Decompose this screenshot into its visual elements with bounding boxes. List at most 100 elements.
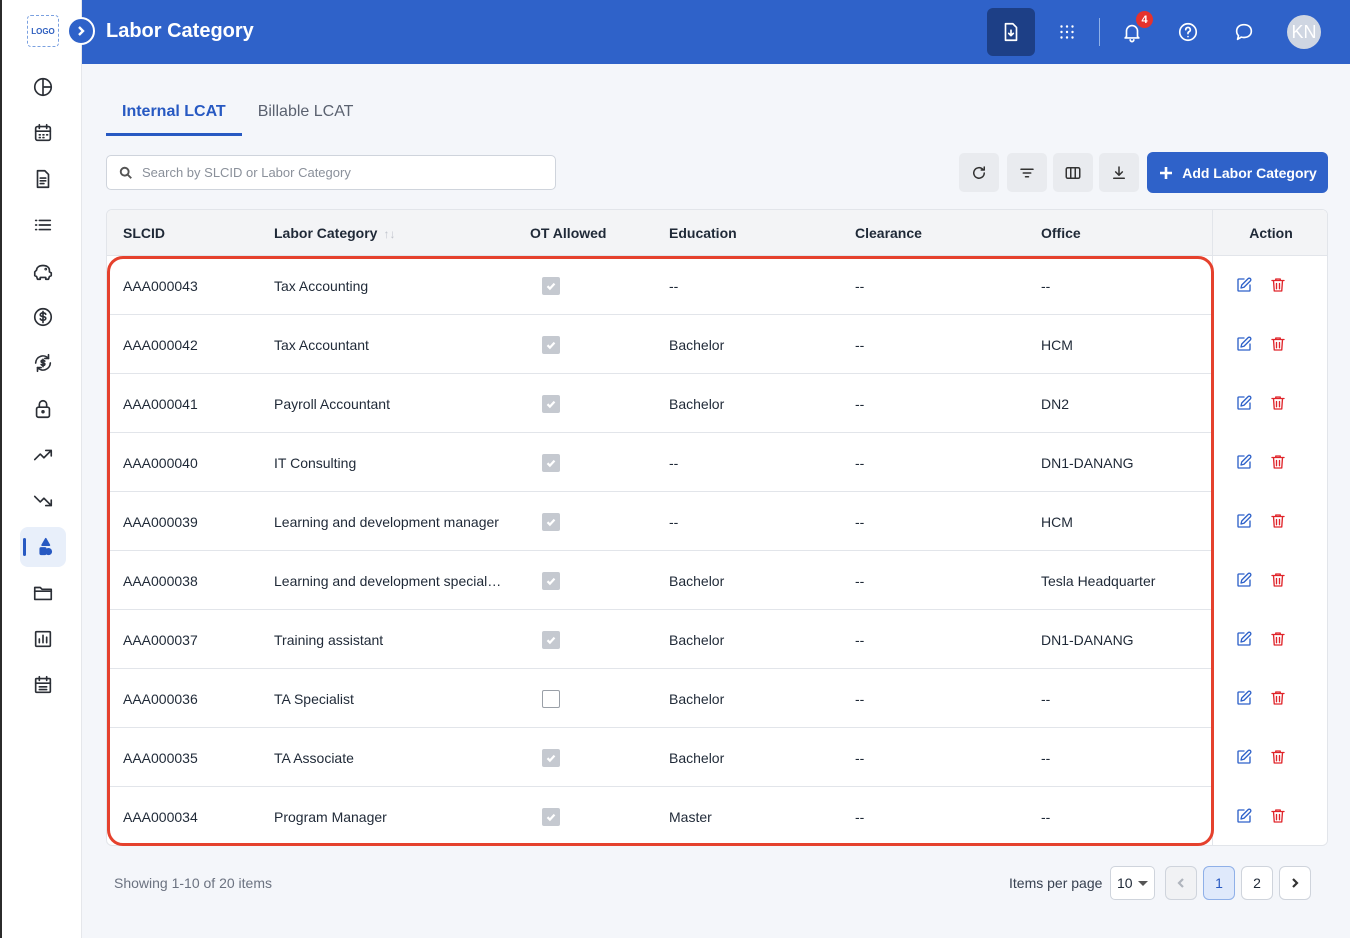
- column-header-office[interactable]: Office: [1041, 225, 1081, 241]
- sidebar: LOGO: [0, 0, 82, 938]
- cell-clearance: --: [855, 455, 865, 471]
- edit-button[interactable]: [1235, 335, 1255, 355]
- table-row: AAA000038 Learning and development specia…: [107, 551, 1327, 610]
- trash-icon: [1269, 278, 1287, 298]
- cell-education: Bachelor: [669, 396, 725, 412]
- delete-button[interactable]: [1269, 571, 1289, 591]
- help-button[interactable]: [1164, 8, 1212, 56]
- next-page-button[interactable]: [1279, 866, 1311, 900]
- sidebar-item-growth[interactable]: [20, 435, 66, 475]
- delete-button[interactable]: [1269, 630, 1289, 650]
- sidebar-item-exchange[interactable]: [20, 343, 66, 383]
- prev-page-button[interactable]: [1165, 866, 1197, 900]
- top-header: Labor Category 4 KN: [82, 0, 1350, 64]
- search-input[interactable]: [142, 165, 542, 180]
- cell-labor-category: TA Specialist: [274, 691, 354, 707]
- items-per-page-select[interactable]: 10: [1110, 866, 1155, 900]
- trash-icon: [1269, 573, 1287, 593]
- cell-office: --: [1041, 691, 1051, 707]
- column-header-ot-allowed[interactable]: OT Allowed: [530, 225, 606, 241]
- tab-internal-lcat[interactable]: Internal LCAT: [106, 92, 242, 136]
- edit-button[interactable]: [1235, 630, 1255, 650]
- filter-button[interactable]: [1007, 153, 1047, 192]
- add-labor-category-button[interactable]: Add Labor Category: [1147, 152, 1328, 193]
- cell-slcid: AAA000043: [123, 278, 198, 294]
- page-button-2[interactable]: 2: [1241, 866, 1273, 900]
- logo: LOGO: [27, 15, 59, 47]
- sidebar-item-finance[interactable]: [20, 297, 66, 337]
- sidebar-item-documents[interactable]: [20, 159, 66, 199]
- cell-slcid: AAA000040: [123, 455, 198, 471]
- lock-icon: [35, 399, 51, 419]
- file-download-button[interactable]: [987, 8, 1035, 56]
- user-avatar[interactable]: KN: [1287, 15, 1321, 49]
- export-button[interactable]: [1099, 153, 1139, 192]
- sidebar-item-security[interactable]: [20, 389, 66, 429]
- sidebar-item-folder[interactable]: [20, 573, 66, 613]
- edit-button[interactable]: [1235, 807, 1255, 827]
- edit-button[interactable]: [1235, 571, 1255, 591]
- column-header-labor-category[interactable]: Labor Category ↑↓: [274, 225, 395, 241]
- edit-button[interactable]: [1235, 689, 1255, 709]
- edit-icon: [1235, 749, 1253, 770]
- column-header-slcid[interactable]: SLCID: [123, 225, 165, 241]
- column-header-clearance[interactable]: Clearance: [855, 225, 922, 241]
- cell-clearance: --: [855, 514, 865, 530]
- chevron-right-icon: [78, 26, 85, 36]
- ot-allowed-checkbox: [542, 690, 560, 708]
- chat-bubble-icon: [1235, 23, 1253, 41]
- cell-education: Bachelor: [669, 573, 725, 589]
- apps-grid-button[interactable]: [1043, 8, 1091, 56]
- delete-button[interactable]: [1269, 748, 1289, 768]
- sidebar-expand-button[interactable]: [67, 17, 95, 45]
- trending-down-icon: [33, 495, 53, 507]
- folder-icon: [33, 586, 53, 601]
- cell-office: Tesla Headquarter: [1041, 573, 1156, 589]
- sidebar-item-list[interactable]: [20, 205, 66, 245]
- delete-button[interactable]: [1269, 512, 1289, 532]
- refresh-button[interactable]: [959, 153, 999, 192]
- delete-button[interactable]: [1269, 276, 1289, 296]
- trash-icon: [1269, 691, 1287, 711]
- cell-education: Bachelor: [669, 337, 725, 353]
- sidebar-item-calendar[interactable]: [20, 113, 66, 153]
- table-row: AAA000034 Program Manager Master -- --: [107, 787, 1327, 845]
- cell-education: Bachelor: [669, 750, 725, 766]
- ot-allowed-checkbox: [542, 336, 560, 354]
- table-row: AAA000043 Tax Accounting -- -- --: [107, 256, 1327, 315]
- cell-office: HCM: [1041, 514, 1073, 530]
- dollar-icon: [33, 307, 53, 327]
- page-button-1[interactable]: 1: [1203, 866, 1235, 900]
- edit-button[interactable]: [1235, 276, 1255, 296]
- column-header-education[interactable]: Education: [669, 225, 737, 241]
- sidebar-item-reports[interactable]: [20, 619, 66, 659]
- cell-clearance: --: [855, 337, 865, 353]
- sidebar-item-labor-category[interactable]: [20, 527, 66, 567]
- columns-icon: [1065, 166, 1081, 179]
- sidebar-item-savings[interactable]: [20, 251, 66, 291]
- sidebar-item-dashboard[interactable]: [20, 67, 66, 107]
- delete-button[interactable]: [1269, 453, 1289, 473]
- notifications-button[interactable]: 4: [1108, 8, 1156, 56]
- cell-office: DN1-DANANG: [1041, 632, 1134, 648]
- delete-button[interactable]: [1269, 807, 1289, 827]
- edit-button[interactable]: [1235, 512, 1255, 532]
- sidebar-item-decline[interactable]: [20, 481, 66, 521]
- edit-button[interactable]: [1235, 394, 1255, 414]
- sidebar-item-schedule[interactable]: [20, 665, 66, 705]
- search-box[interactable]: [106, 155, 556, 190]
- columns-button[interactable]: [1053, 153, 1093, 192]
- chat-button[interactable]: [1220, 8, 1268, 56]
- delete-button[interactable]: [1269, 394, 1289, 414]
- chevron-right-icon: [1292, 878, 1299, 888]
- edit-button[interactable]: [1235, 748, 1255, 768]
- delete-button[interactable]: [1269, 335, 1289, 355]
- trash-icon: [1269, 809, 1287, 829]
- delete-button[interactable]: [1269, 689, 1289, 709]
- edit-icon: [1235, 572, 1253, 593]
- edit-button[interactable]: [1235, 453, 1255, 473]
- tab-billable-lcat[interactable]: Billable LCAT: [242, 92, 370, 136]
- sort-icon[interactable]: ↑↓: [383, 227, 395, 241]
- ot-allowed-checkbox: [542, 631, 560, 649]
- calendar-icon: [34, 123, 52, 142]
